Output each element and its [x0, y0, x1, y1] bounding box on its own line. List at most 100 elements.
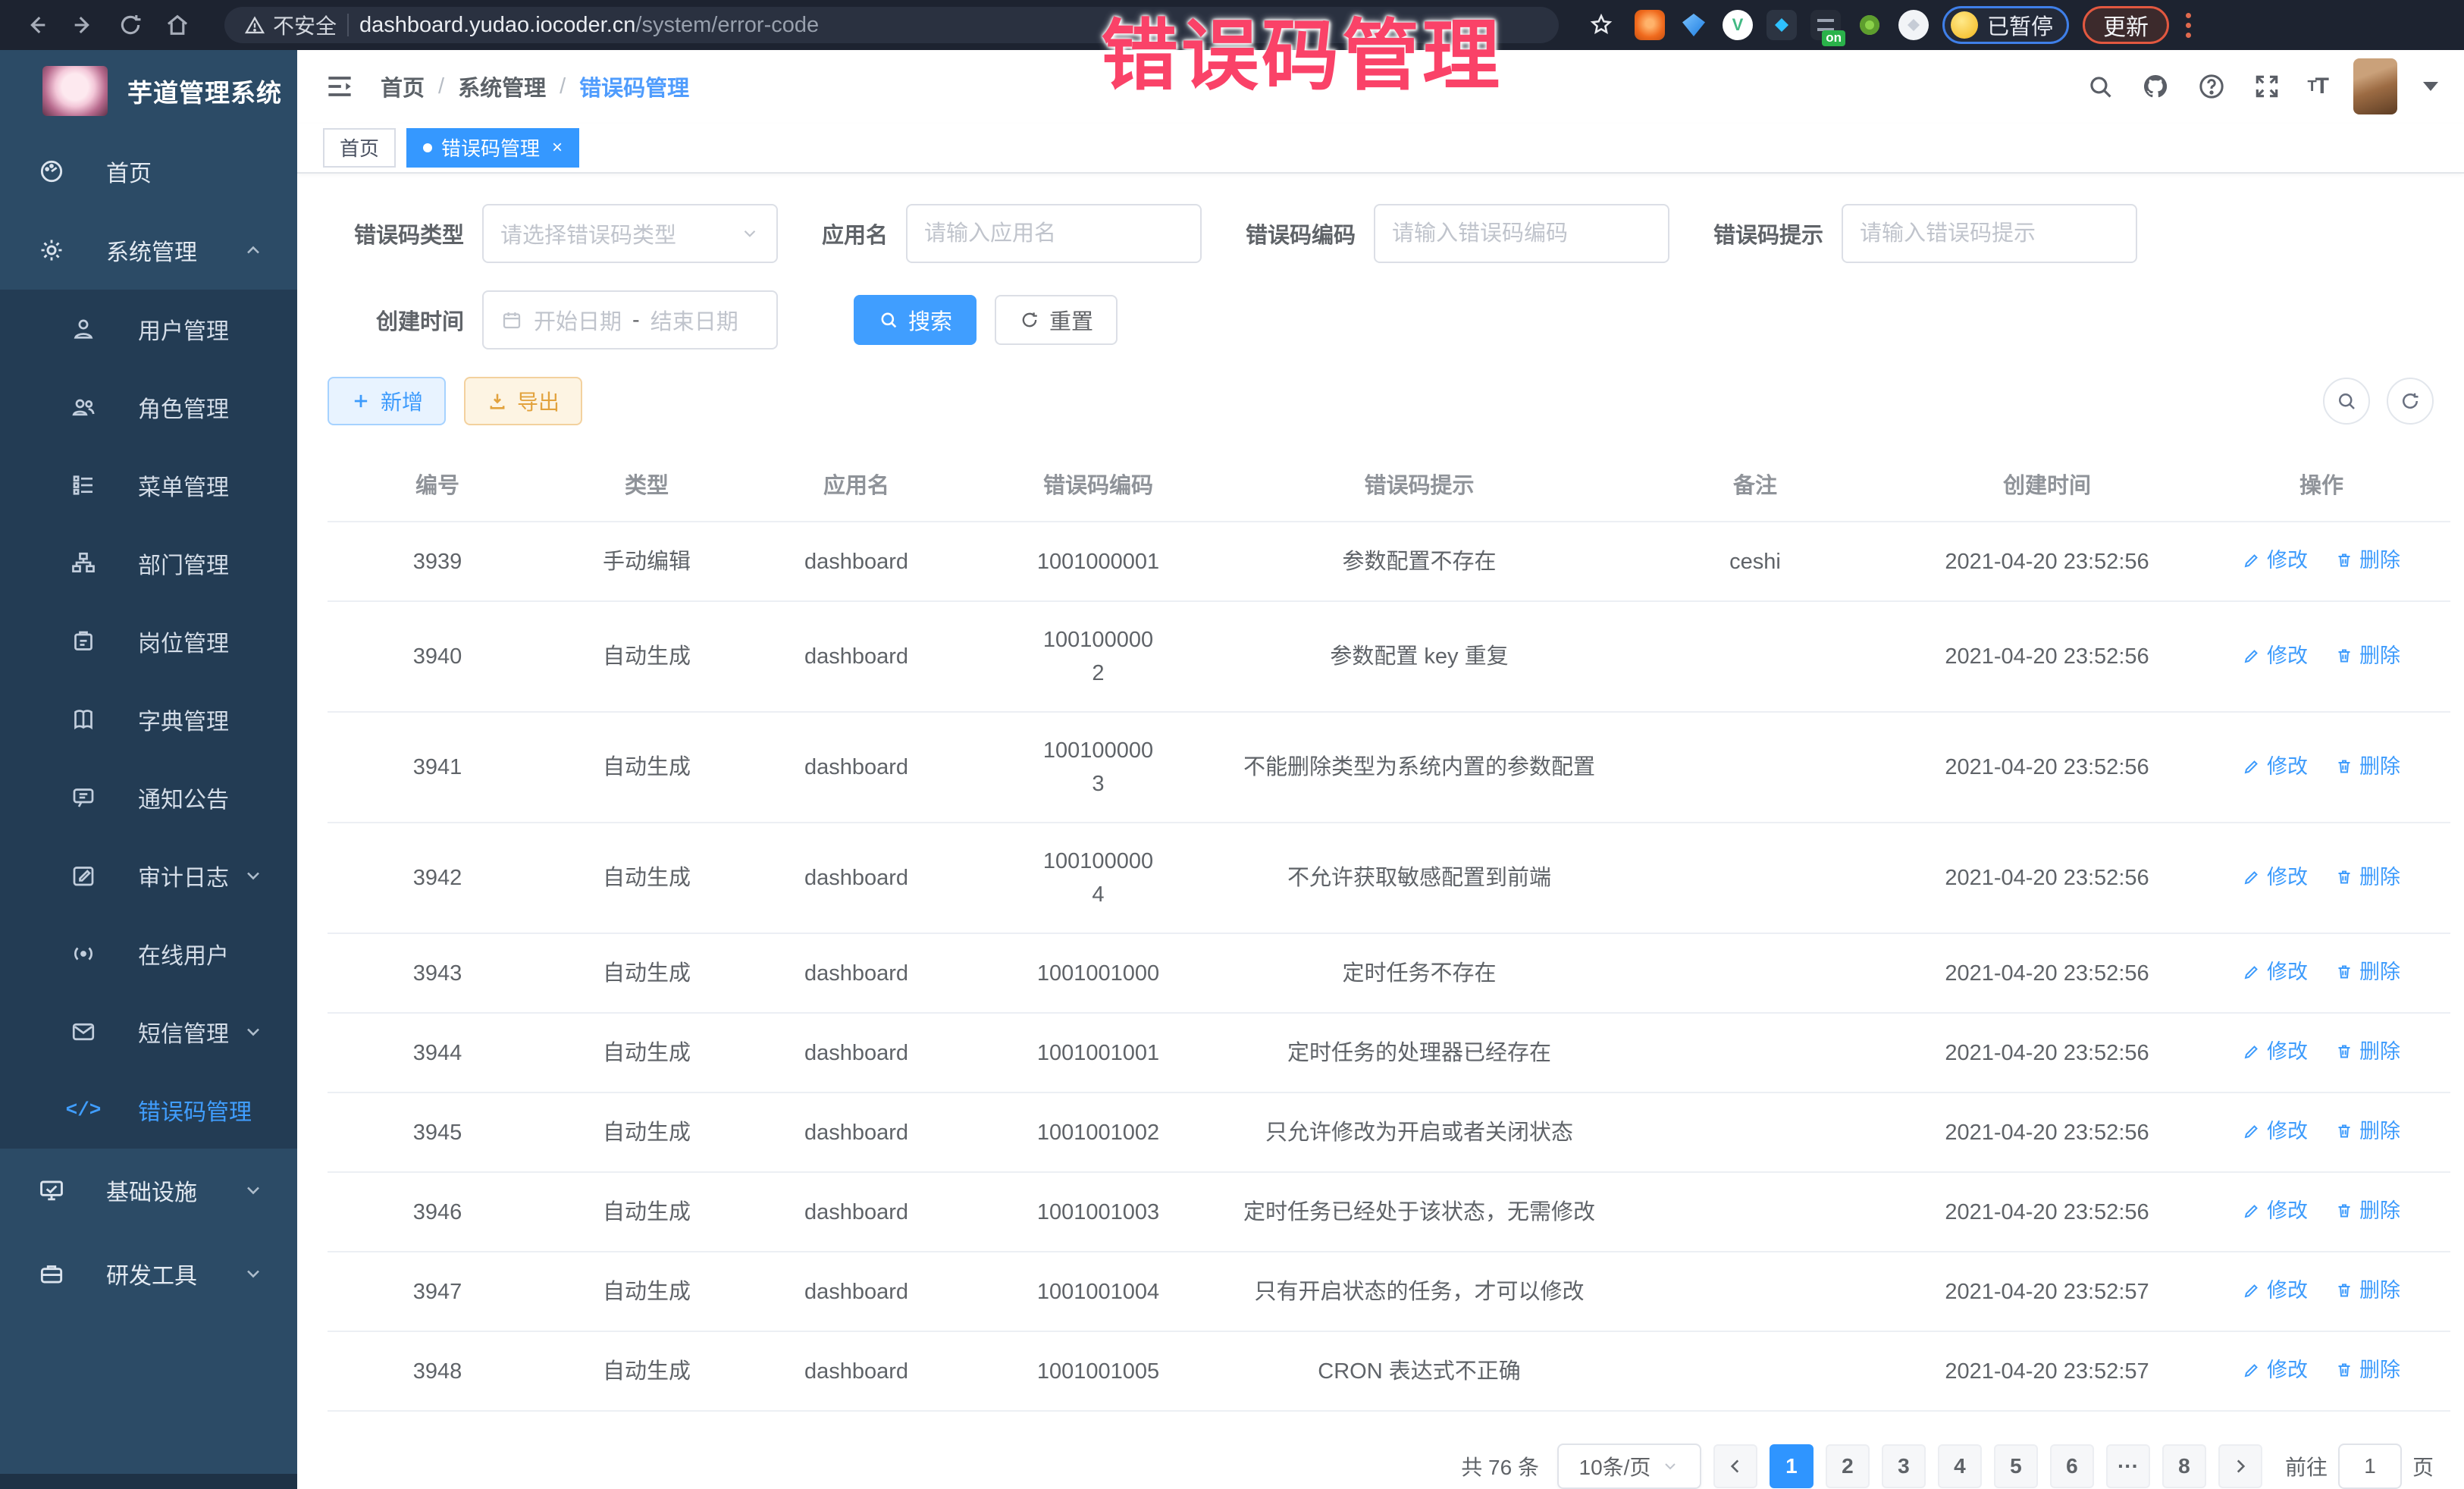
- active-dot: [423, 143, 432, 152]
- delete-link[interactable]: 删除: [2335, 1194, 2400, 1227]
- add-button[interactable]: 新增: [328, 377, 446, 425]
- goto-page-input[interactable]: [2338, 1444, 2402, 1489]
- sidebar-item-infrastructure[interactable]: 基础设施: [0, 1149, 297, 1232]
- search-button[interactable]: 搜索: [854, 295, 977, 345]
- sidebar-item-dev-tools[interactable]: 研发工具: [0, 1232, 297, 1315]
- breadcrumb-home[interactable]: 首页: [381, 71, 425, 102]
- reset-button[interactable]: 重置: [995, 295, 1118, 345]
- bookmark-star-icon[interactable]: [1582, 5, 1621, 45]
- delete-link[interactable]: 删除: [2335, 1274, 2400, 1307]
- user-avatar[interactable]: [2353, 58, 2397, 114]
- error-type-select[interactable]: 请选择错误码类型: [482, 204, 778, 263]
- edit-link[interactable]: 修改: [2243, 639, 2308, 672]
- extension-icon-4[interactable]: on: [1810, 10, 1841, 40]
- breadcrumb-system[interactable]: 系统管理: [458, 71, 546, 102]
- browser-menu-icon[interactable]: [2186, 13, 2191, 38]
- edit-link[interactable]: 修改: [2243, 955, 2308, 989]
- github-icon[interactable]: [2140, 71, 2171, 102]
- edit-link[interactable]: 修改: [2243, 1114, 2308, 1148]
- sidebar-item-label: 角色管理: [138, 390, 229, 424]
- page-button-1[interactable]: 1: [1770, 1444, 1814, 1488]
- page-ellipsis[interactable]: ···: [2106, 1444, 2150, 1488]
- edit-link[interactable]: 修改: [2243, 544, 2308, 577]
- app-name-input[interactable]: [924, 221, 1183, 246]
- delete-link[interactable]: 删除: [2335, 860, 2400, 894]
- sidebar-item-menus[interactable]: 菜单管理: [0, 446, 297, 524]
- tag-home[interactable]: 首页: [323, 128, 396, 168]
- edit-link[interactable]: 修改: [2243, 860, 2308, 894]
- page-button-6[interactable]: 6: [2050, 1444, 2094, 1488]
- delete-link[interactable]: 删除: [2335, 1114, 2400, 1148]
- security-warning[interactable]: 不安全: [244, 10, 337, 40]
- sidebar-item-online-users[interactable]: 在线用户: [0, 914, 297, 992]
- search-icon[interactable]: [2086, 72, 2114, 101]
- delete-link[interactable]: 删除: [2335, 955, 2400, 989]
- date-range-picker[interactable]: 开始日期 - 结束日期: [482, 290, 778, 350]
- table-row: 3944 自动生成 dashboard 1001001001 定时任务的处理器已…: [328, 1013, 2450, 1092]
- sidebar-item-users[interactable]: 用户管理: [0, 290, 297, 368]
- page-size-select[interactable]: 10条/页: [1557, 1444, 1701, 1489]
- home-icon[interactable]: [158, 5, 197, 45]
- fullscreen-icon[interactable]: [2252, 72, 2281, 101]
- cell-remark: [1609, 1092, 1901, 1172]
- tag-error-code[interactable]: 错误码管理 ×: [406, 128, 579, 168]
- extension-icon-1[interactable]: [1635, 10, 1665, 40]
- sidebar-item-posts[interactable]: 岗位管理: [0, 602, 297, 680]
- tag-close-icon[interactable]: ×: [552, 137, 563, 158]
- profile-paused-pill[interactable]: 已暂停: [1942, 6, 2069, 44]
- export-button[interactable]: 导出: [464, 377, 582, 425]
- cell-app: dashboard: [746, 522, 967, 601]
- error-msg-field-wrap: [1842, 204, 2137, 263]
- extension-icon-5[interactable]: [1854, 10, 1885, 40]
- vue-devtools-icon[interactable]: V: [1723, 10, 1753, 40]
- sidebar-item-home[interactable]: 首页: [0, 132, 297, 211]
- avatar-caret-icon[interactable]: [2423, 82, 2438, 91]
- delete-link[interactable]: 删除: [2335, 750, 2400, 783]
- page-button-5[interactable]: 5: [1994, 1444, 2038, 1488]
- org-tree-icon: [67, 550, 100, 577]
- gear-icon: [35, 236, 68, 265]
- edit-link[interactable]: 修改: [2243, 1194, 2308, 1227]
- delete-link[interactable]: 删除: [2335, 544, 2400, 577]
- error-code-input[interactable]: [1392, 221, 1651, 246]
- sidebar-item-roles[interactable]: 角色管理: [0, 368, 297, 446]
- prev-page-button[interactable]: [1713, 1444, 1757, 1488]
- edit-link[interactable]: 修改: [2243, 1274, 2308, 1307]
- delete-link[interactable]: 删除: [2335, 1035, 2400, 1068]
- sidebar-collapse-bar[interactable]: [0, 1474, 297, 1489]
- page-button-8[interactable]: 8: [2162, 1444, 2206, 1488]
- sidebar-item-system[interactable]: 系统管理: [0, 211, 297, 290]
- extension-icon-2[interactable]: [1679, 10, 1709, 40]
- sidebar-item-error-code[interactable]: </> 错误码管理: [0, 1071, 297, 1149]
- edit-link[interactable]: 修改: [2243, 1035, 2308, 1068]
- sidebar-item-dict[interactable]: 字典管理: [0, 680, 297, 758]
- error-msg-input[interactable]: [1860, 221, 2119, 246]
- delete-link[interactable]: 删除: [2335, 639, 2400, 672]
- page-button-2[interactable]: 2: [1826, 1444, 1870, 1488]
- logo[interactable]: 芋道管理系统: [0, 50, 297, 132]
- address-bar[interactable]: 不安全 dashboard.yudao.iocoder.cn/system/er…: [224, 7, 1559, 43]
- font-size-icon[interactable]: TT: [2307, 74, 2328, 99]
- edit-link[interactable]: 修改: [2243, 750, 2308, 783]
- refresh-table-button[interactable]: [2387, 378, 2434, 425]
- page-button-3[interactable]: 3: [1882, 1444, 1926, 1488]
- reload-icon[interactable]: [111, 5, 150, 45]
- cell-id: 3946: [328, 1172, 547, 1252]
- delete-link[interactable]: 删除: [2335, 1353, 2400, 1387]
- edit-link[interactable]: 修改: [2243, 1353, 2308, 1387]
- next-page-button[interactable]: [2218, 1444, 2262, 1488]
- toggle-search-button[interactable]: [2323, 378, 2370, 425]
- sidebar-item-notice[interactable]: 通知公告: [0, 758, 297, 836]
- sidebar-item-departments[interactable]: 部门管理: [0, 524, 297, 602]
- extension-icon-3[interactable]: [1766, 10, 1797, 40]
- url-separator: [347, 14, 349, 36]
- browser-update-button[interactable]: 更新: [2083, 6, 2169, 44]
- page-button-4[interactable]: 4: [1938, 1444, 1982, 1488]
- sidebar-fold-icon[interactable]: [323, 70, 356, 103]
- sidebar-item-sms[interactable]: 短信管理: [0, 992, 297, 1071]
- help-icon[interactable]: [2196, 71, 2227, 102]
- back-icon[interactable]: [17, 5, 56, 45]
- extensions-puzzle-icon[interactable]: [1898, 10, 1929, 40]
- sidebar-item-audit-log[interactable]: 审计日志: [0, 836, 297, 914]
- forward-icon[interactable]: [64, 5, 103, 45]
